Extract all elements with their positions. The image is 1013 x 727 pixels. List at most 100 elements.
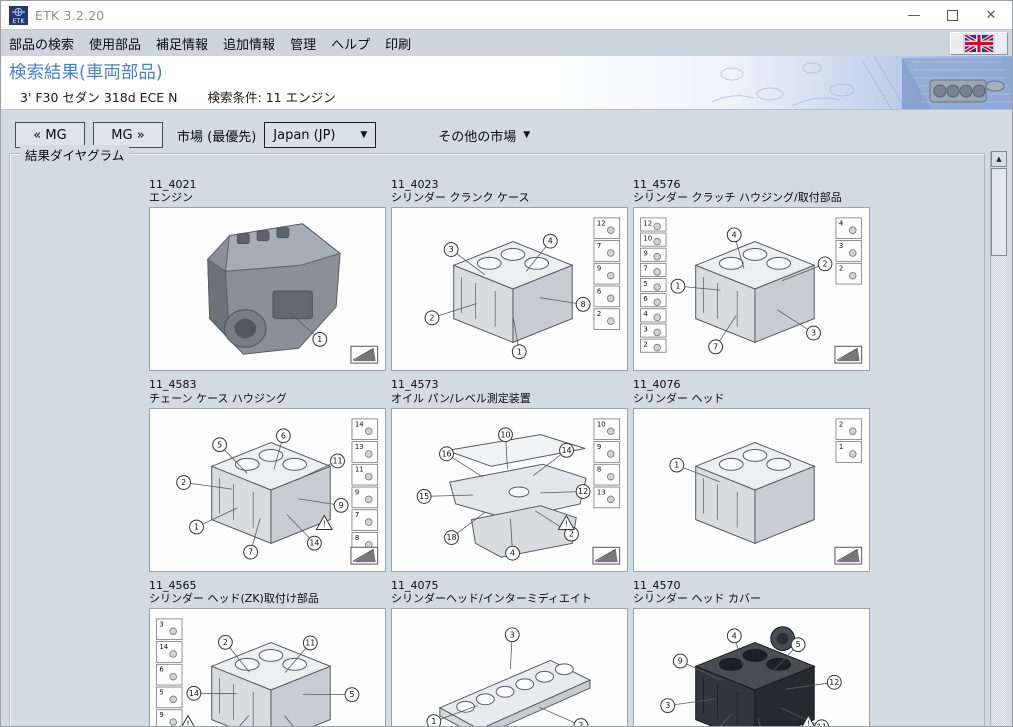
menu-item-admin[interactable]: 管理 <box>290 34 316 53</box>
svg-text:1: 1 <box>839 443 843 451</box>
toolbar: « MG MG » 市場 (最優先) Japan (JP) ▼ その他の市場 ▼ <box>1 110 1012 150</box>
page-title: 検索結果(車両部品) <box>1 56 1012 84</box>
diagram-title: シリンダーヘッド/インターミディエイト <box>391 592 628 605</box>
market-select[interactable]: Japan (JP) ▼ <box>264 122 376 148</box>
diagram-cell-11_4021: 11_4021エンジン 1 <box>149 178 386 371</box>
diagram-code: 11_4576 <box>633 178 870 191</box>
diagram-label: 11_4075シリンダーヘッド/インターミディエイト <box>391 579 628 605</box>
svg-text:4: 4 <box>548 237 553 246</box>
svg-text:3: 3 <box>665 701 670 710</box>
menu-item-print[interactable]: 印刷 <box>385 34 411 53</box>
svg-text:7: 7 <box>597 242 601 250</box>
results-legend: 結果ダイヤグラム <box>20 145 129 164</box>
diagram-cell-11_4583: 11_4583チェーン ケース ハウジング1256119147141311978… <box>149 378 386 571</box>
diagram-thumbnail[interactable]: 1256119147141311978! <box>149 408 386 572</box>
parts-diagram-graphic: 1256119147141311978! <box>150 409 385 571</box>
search-context: 3' F30 セダン 318d ECE N 検索条件: 11 エンジン <box>1 84 1012 106</box>
diagram-thumbnail[interactable]: 2115631431465911! <box>149 608 386 727</box>
svg-text:3: 3 <box>811 329 816 338</box>
diagram-cell-11_4075: 11_4075シリンダーヘッド/インターミディエイト 321 <box>391 579 628 727</box>
svg-text:2: 2 <box>822 260 827 269</box>
diagram-thumbnail[interactable]: 321 <box>391 608 628 727</box>
svg-text:ETK: ETK <box>13 18 26 25</box>
diagram-label: 11_4021エンジン <box>149 178 386 204</box>
diagram-cell-11_4573: 11_4573オイル パン/レベル測定装置 1516101412241810981… <box>391 378 628 571</box>
diagram-cell-11_4076: 11_4076シリンダー ヘッド121 <box>633 378 870 571</box>
svg-text:!: ! <box>323 519 326 528</box>
parts-diagram-graphic: 121 <box>634 409 869 571</box>
diagram-cell-11_4576: 11_4576シリンダー クラッチ ハウジング/取付部品714231210975… <box>633 178 870 371</box>
diagram-cell-11_4023: 11_4023シリンダー クランク ケース12348127962 <box>391 178 628 371</box>
svg-text:14: 14 <box>355 420 364 428</box>
svg-text:6: 6 <box>597 288 601 296</box>
menu-item-supplementary-info[interactable]: 補足情報 <box>156 34 208 53</box>
market-selected-value: Japan (JP) <box>273 128 335 143</box>
content-area: « MG MG » 市場 (最優先) Japan (JP) ▼ その他の市場 ▼… <box>1 110 1012 727</box>
svg-text:!: ! <box>186 720 189 727</box>
diagram-thumbnail[interactable]: 512111413394! <box>633 608 870 727</box>
svg-text:1: 1 <box>675 282 680 291</box>
diagram-cell-11_4565: 11_4565シリンダー ヘッド(ZK)取付け部品211563143146591… <box>149 579 386 727</box>
menu-item-additional-info[interactable]: 追加情報 <box>223 34 275 53</box>
diagram-label: 11_4583チェーン ケース ハウジング <box>149 378 386 404</box>
scroll-up-button[interactable]: ▲ <box>991 151 1007 167</box>
svg-text:5: 5 <box>796 640 801 649</box>
svg-text:9: 9 <box>643 250 647 258</box>
close-button[interactable]: ✕ <box>984 9 998 22</box>
menu-item-parts-search[interactable]: 部品の検索 <box>9 34 74 53</box>
svg-text:!: ! <box>807 720 810 727</box>
svg-text:2: 2 <box>839 265 843 273</box>
menu-item-help[interactable]: ヘルプ <box>331 34 370 53</box>
svg-text:14: 14 <box>159 643 168 651</box>
scrollbar-thumb[interactable] <box>991 168 1007 256</box>
diagram-thumbnail[interactable]: 15161014122418109813! <box>391 408 628 572</box>
search-criteria: 検索条件: 11 エンジン <box>208 90 336 105</box>
diagram-thumbnail[interactable]: 12348127962 <box>391 207 628 371</box>
other-markets-dropdown[interactable]: その他の市場 ▼ <box>438 126 530 145</box>
diagram-title: オイル パン/レベル測定装置 <box>391 392 628 405</box>
svg-text:12: 12 <box>597 220 606 228</box>
diagram-code: 11_4583 <box>149 378 386 391</box>
diagram-title: チェーン ケース ハウジング <box>149 392 386 405</box>
parts-diagram-graphic: 321 <box>392 609 627 727</box>
parts-diagram-graphic: 512111413394! <box>634 609 869 727</box>
svg-text:13: 13 <box>355 443 364 451</box>
svg-text:7: 7 <box>713 343 718 352</box>
svg-text:16: 16 <box>441 449 451 458</box>
menu-item-used-parts[interactable]: 使用部品 <box>89 34 141 53</box>
svg-text:!: ! <box>565 519 568 528</box>
minimize-button[interactable]: — <box>907 9 921 22</box>
diagram-code: 11_4075 <box>391 579 628 592</box>
language-flag-button[interactable] <box>950 32 1008 55</box>
svg-text:5: 5 <box>217 440 222 449</box>
diagram-cell-11_4570: 11_4570シリンダー ヘッド カバー512111413394! <box>633 579 870 727</box>
svg-text:3: 3 <box>449 245 454 254</box>
maximize-button[interactable] <box>947 10 958 21</box>
diagram-thumbnail[interactable]: 7142312109756432432 <box>633 207 870 371</box>
svg-text:3: 3 <box>643 326 647 334</box>
svg-text:1: 1 <box>431 717 436 726</box>
uk-flag-icon <box>964 35 994 52</box>
svg-text:5: 5 <box>159 689 163 697</box>
svg-text:7: 7 <box>643 265 647 273</box>
svg-text:2: 2 <box>839 420 843 428</box>
diagram-label: 11_4573オイル パン/レベル測定装置 <box>391 378 628 404</box>
svg-text:1: 1 <box>517 348 522 357</box>
svg-text:9: 9 <box>339 501 344 510</box>
svg-text:2: 2 <box>597 311 601 319</box>
vertical-scrollbar[interactable]: ▲ <box>990 151 1007 727</box>
svg-text:12: 12 <box>829 678 839 687</box>
svg-text:10: 10 <box>643 235 652 243</box>
diagram-thumbnail[interactable]: 121 <box>633 408 870 572</box>
svg-text:14: 14 <box>562 446 572 455</box>
diagram-thumbnail[interactable]: 1 <box>149 207 386 371</box>
svg-text:2: 2 <box>181 478 186 487</box>
parts-diagram-graphic: 15161014122418109813! <box>392 409 627 571</box>
diagram-label: 11_4076シリンダー ヘッド <box>633 378 870 404</box>
svg-text:3: 3 <box>839 242 843 250</box>
svg-text:14: 14 <box>189 689 199 698</box>
other-markets-arrow-icon: ▼ <box>523 130 530 140</box>
diagram-label: 11_4576シリンダー クラッチ ハウジング/取付部品 <box>633 178 870 204</box>
svg-text:3: 3 <box>159 620 163 628</box>
diagram-code: 11_4021 <box>149 178 386 191</box>
